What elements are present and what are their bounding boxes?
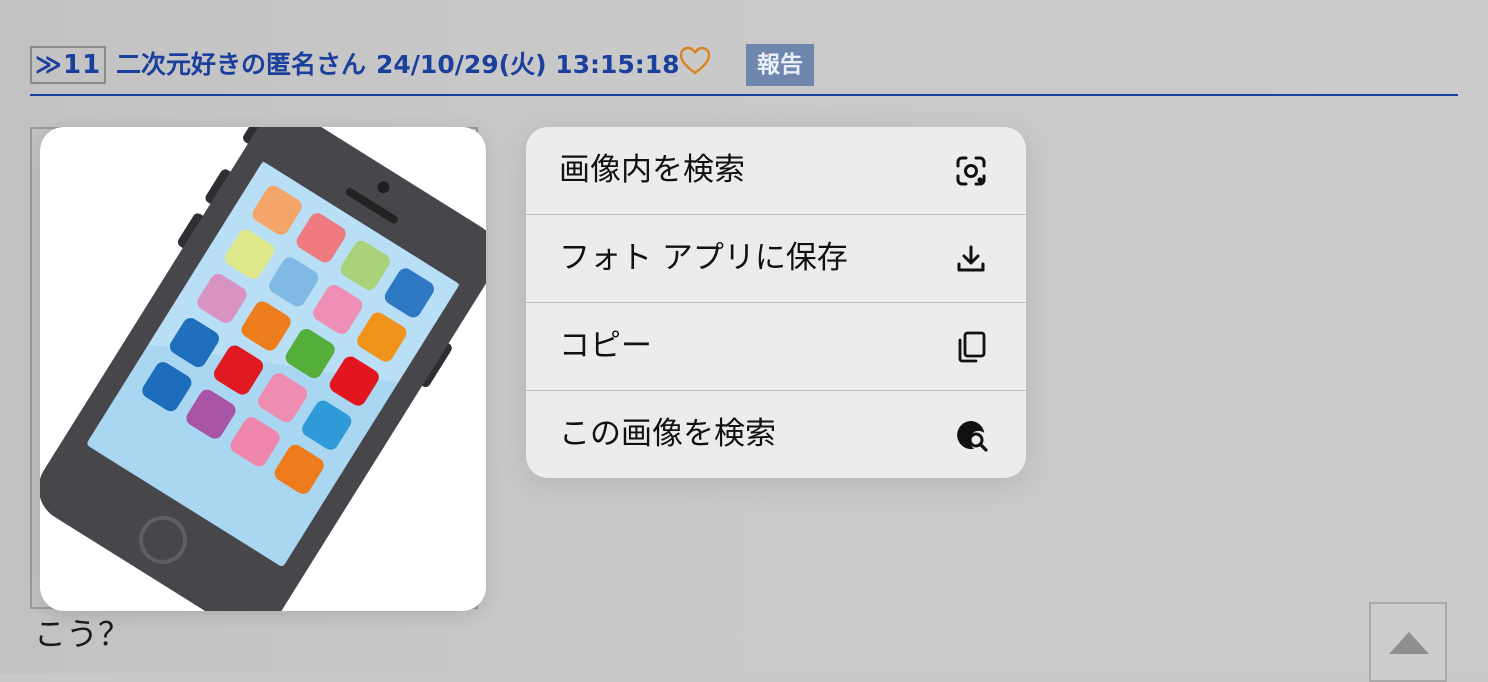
res-number-link[interactable]: ≫11 <box>30 46 106 84</box>
menu-item-label: 画像内を検索 <box>559 152 745 188</box>
menu-item-label: コピー <box>559 328 652 364</box>
up-arrow-icon <box>1389 632 1429 654</box>
copy-icon <box>958 331 986 363</box>
visual-lookup-icon <box>956 156 986 186</box>
image-search-icon <box>957 421 988 452</box>
scroll-to-top-button[interactable] <box>1369 602 1447 682</box>
download-icon <box>957 245 985 272</box>
poster-name: 二次元好きの匿名さん <box>116 50 367 79</box>
menu-item-save-to-photos[interactable]: フォト アプリに保存 <box>526 214 1026 301</box>
report-button[interactable]: 報告 <box>746 44 814 86</box>
post-date: 24/10/29(火) 13:15:18 <box>376 50 680 79</box>
context-menu: 画像内を検索 フォト アプリに保存 コピー この画像を検索 <box>526 127 1026 478</box>
post-header: ≫11 二次元好きの匿名さん 24/10/29(火) 13:15:18 報告 <box>30 44 1458 96</box>
smartphone-illustration <box>40 127 486 611</box>
image-preview[interactable] <box>40 127 486 611</box>
menu-item-label: この画像を検索 <box>559 416 776 452</box>
poster-info: 二次元好きの匿名さん 24/10/29(火) 13:15:18 <box>116 48 680 82</box>
post-body-text: こう？ <box>34 615 131 653</box>
heart-icon[interactable] <box>678 44 712 78</box>
menu-item-label: フォト アプリに保存 <box>559 240 848 276</box>
menu-item-visual-lookup[interactable]: 画像内を検索 <box>526 127 1026 214</box>
menu-item-copy[interactable]: コピー <box>526 302 1026 389</box>
menu-item-search-image[interactable]: この画像を検索 <box>526 390 1026 477</box>
